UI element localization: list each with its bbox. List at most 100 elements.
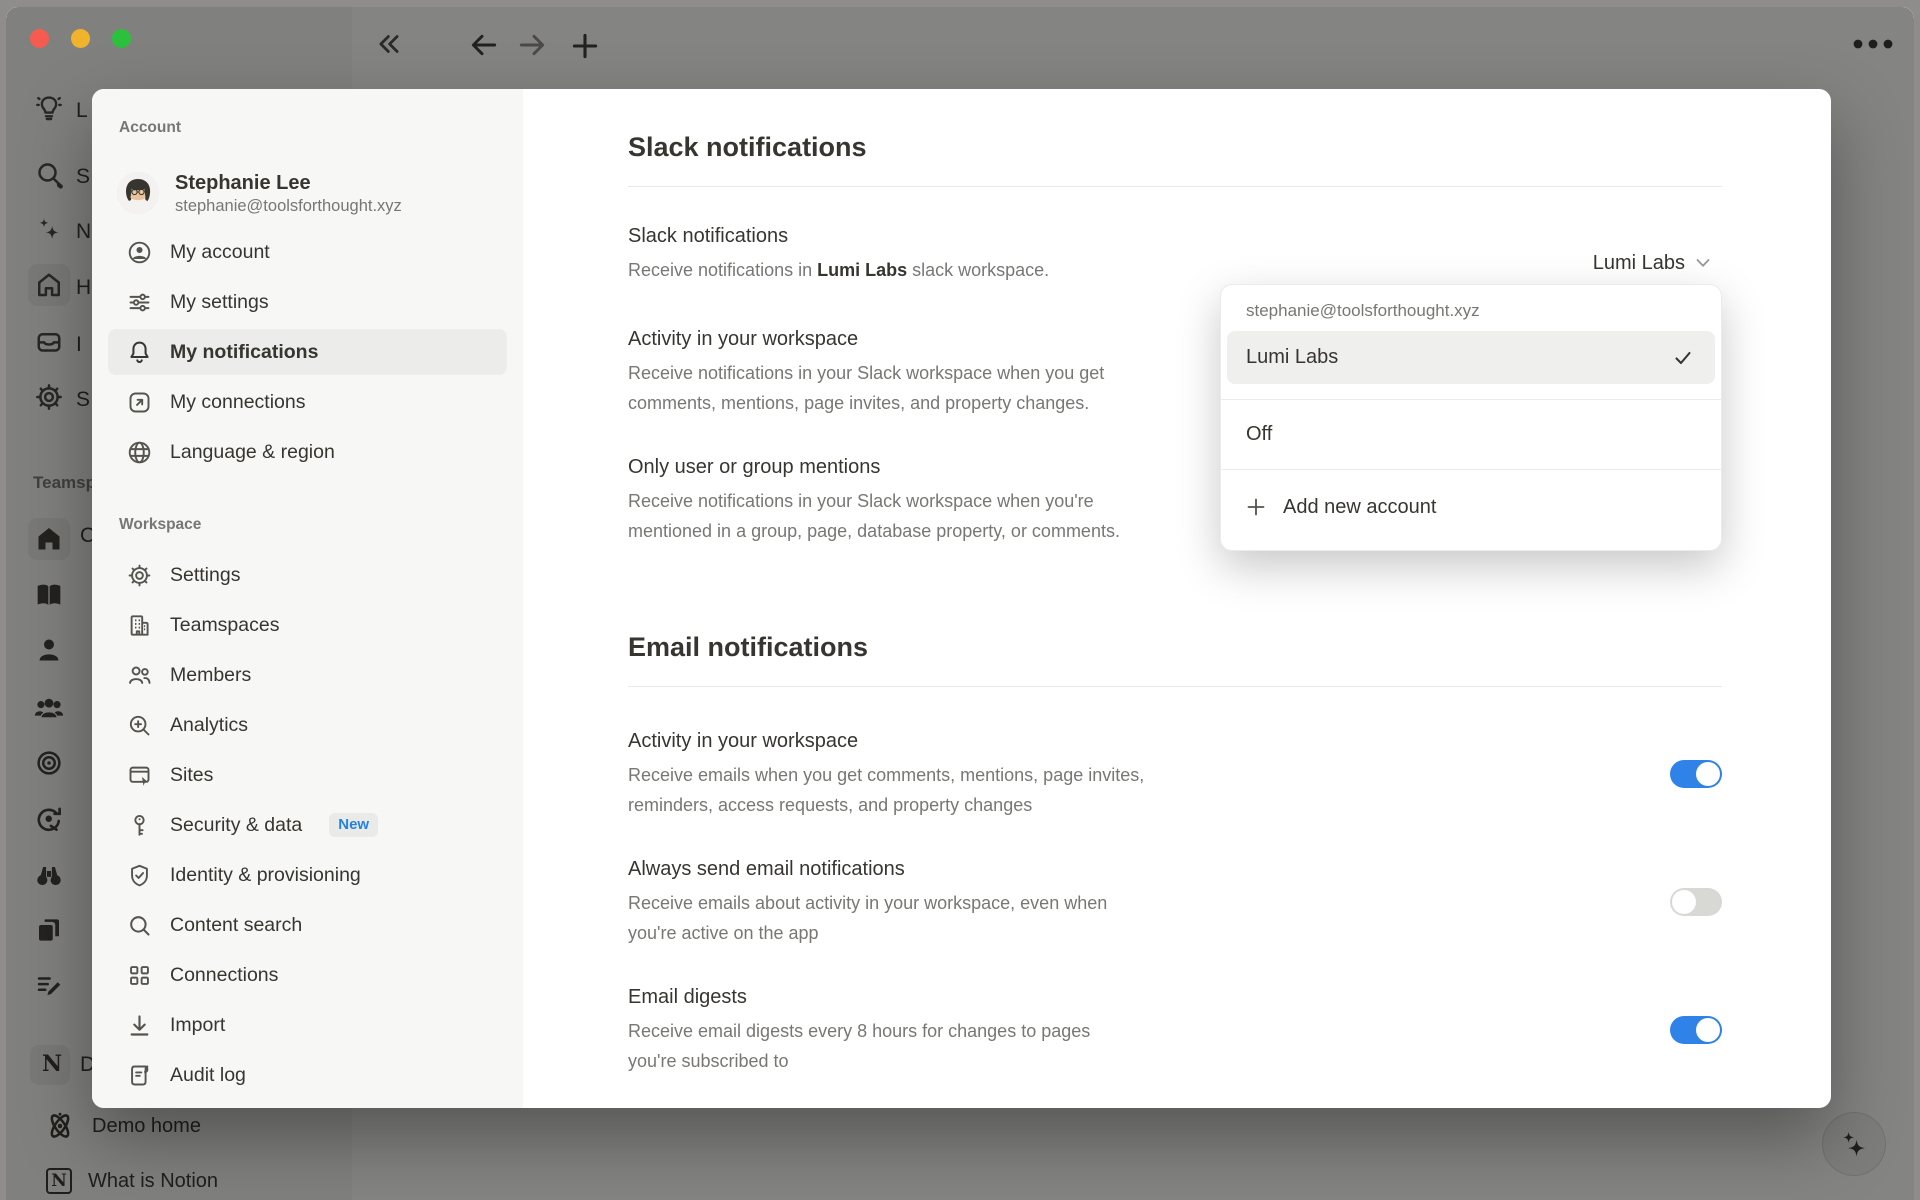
sidebar-item-label: Language & region (170, 441, 335, 464)
email-always-toggle[interactable] (1670, 888, 1722, 916)
shield-check-icon (126, 862, 153, 889)
scroll-icon (126, 1062, 153, 1089)
sidebar-item-language-region[interactable]: Language & region (108, 429, 507, 475)
sidebar-item-my-settings[interactable]: My settings (108, 279, 507, 325)
email-activity-row: Activity in your workspace Receive email… (628, 728, 1722, 820)
browser-cursor-icon (126, 762, 153, 789)
sidebar-item-label: My settings (170, 291, 269, 314)
sidebar-item-my-notifications[interactable]: My notifications (108, 329, 507, 375)
app-window: L S N H I S Teamspaces C (6, 7, 1914, 1200)
magnifier-icon (126, 912, 153, 939)
setting-title: Email digests (628, 984, 1090, 1010)
sidebar-item-label: Analytics (170, 714, 248, 737)
dropdown-value: Lumi Labs (1593, 252, 1685, 275)
workspace-section-label: Workspace (92, 516, 523, 536)
grid-icon (126, 962, 153, 989)
magnifier-plus-icon (126, 712, 153, 739)
email-digests-toggle[interactable] (1670, 1016, 1722, 1044)
dropdown-option-lumi-labs[interactable]: Lumi Labs (1227, 331, 1715, 384)
email-always-row: Always send email notifications Receive … (628, 856, 1722, 948)
sidebar-item-identity-provisioning[interactable]: Identity & provisioning (108, 852, 507, 898)
close-window-button[interactable] (30, 29, 49, 48)
minimize-window-button[interactable] (71, 29, 90, 48)
sidebar-item-label: Security & data (170, 814, 302, 837)
account-section-label: Account (92, 119, 523, 139)
chevron-down-icon (1694, 254, 1712, 272)
new-badge: New (329, 813, 378, 837)
sidebar-item-label: Audit log (170, 1064, 246, 1087)
sidebar-item-label: My notifications (170, 341, 318, 364)
option-label: Lumi Labs (1246, 346, 1338, 369)
setting-title: Always send email notifications (628, 856, 1107, 882)
sidebar-item-audit-log[interactable]: Audit log (108, 1052, 507, 1098)
account-user[interactable]: Stephanie Lee stephanie@toolsforthought.… (117, 165, 523, 221)
sidebar-item-sites[interactable]: Sites (108, 752, 507, 798)
user-email: stephanie@toolsforthought.xyz (175, 196, 402, 217)
setting-description: Receive notifications in your Slack work… (628, 358, 1104, 418)
sidebar-item-import[interactable]: Import (108, 1002, 507, 1048)
desc-text: Receive notifications in (628, 260, 817, 280)
sidebar-item-label: Import (170, 1014, 225, 1037)
setting-description: Receive emails about activity in your wo… (628, 888, 1107, 948)
settings-dialog: Account Stephanie Lee stephanie@toolsfor… (92, 89, 1831, 1108)
email-activity-toggle[interactable] (1670, 760, 1722, 788)
setting-title: Activity in your workspace (628, 728, 1144, 754)
divider (628, 186, 1722, 187)
gear-icon (126, 562, 153, 589)
globe-icon (126, 439, 153, 466)
option-label: Off (1246, 423, 1272, 446)
sidebar-item-connections[interactable]: Connections (108, 952, 507, 998)
divider (628, 686, 1722, 687)
setting-title: Only user or group mentions (628, 454, 1120, 480)
sidebar-item-teamspaces[interactable]: Teamspaces (108, 602, 507, 648)
email-section-heading: Email notifications (628, 629, 1722, 665)
setting-title: Activity in your workspace (628, 326, 1104, 352)
sliders-icon (126, 289, 153, 316)
sidebar-item-members[interactable]: Members (108, 652, 507, 698)
setting-description: Receive notifications in your Slack work… (628, 486, 1120, 546)
workspace-name: Lumi Labs (817, 260, 907, 280)
plus-icon (1245, 496, 1267, 518)
settings-content: Slack notifications Slack notifications … (523, 89, 1831, 1108)
user-name: Stephanie Lee (175, 170, 402, 196)
screen: L S N H I S Teamspaces C (0, 0, 1920, 1200)
sidebar-item-label: Members (170, 664, 251, 687)
check-icon (1673, 348, 1693, 368)
sidebar-item-my-account[interactable]: My account (108, 229, 507, 275)
members-icon (126, 662, 153, 689)
sidebar-item-label: Settings (170, 564, 240, 587)
zoom-window-button[interactable] (112, 29, 131, 48)
sidebar-item-my-connections[interactable]: My connections (108, 379, 507, 425)
add-new-account-option[interactable]: Add new account (1221, 470, 1721, 544)
dropdown-option-off[interactable]: Off (1221, 400, 1721, 469)
avatar (117, 172, 159, 214)
slack-workspace-row: Slack notifications Receive notification… (628, 223, 1722, 285)
setting-title: Slack notifications (628, 223, 1049, 249)
setting-description: Receive email digests every 8 hours for … (628, 1016, 1090, 1076)
slack-section-heading: Slack notifications (628, 129, 1722, 165)
download-icon (126, 1012, 153, 1039)
toggle-knob (1696, 762, 1720, 786)
settings-sidebar: Account Stephanie Lee stephanie@toolsfor… (92, 89, 523, 1108)
slack-workspace-dropdown[interactable]: Lumi Labs (1593, 245, 1712, 281)
desc-text: slack workspace. (907, 260, 1049, 280)
arrow-up-right-square-icon (126, 389, 153, 416)
email-digests-row: Email digests Receive email digests ever… (628, 984, 1722, 1076)
toggle-knob (1696, 1018, 1720, 1042)
sidebar-item-label: Identity & provisioning (170, 864, 361, 887)
account-menu: My account My settings My notifications … (92, 229, 523, 475)
workspace-dropdown-menu: stephanie@toolsforthought.xyz Lumi Labs … (1220, 284, 1722, 551)
sidebar-item-label: Teamspaces (170, 614, 279, 637)
sidebar-item-label: Sites (170, 764, 213, 787)
sidebar-item-settings[interactable]: Settings (108, 552, 507, 598)
key-icon (126, 812, 153, 839)
toggle-knob (1672, 890, 1696, 914)
person-circle-icon (126, 239, 153, 266)
setting-description: Receive emails when you get comments, me… (628, 760, 1144, 820)
setting-description: Receive notifications in Lumi Labs slack… (628, 255, 1049, 285)
dropdown-account-header: stephanie@toolsforthought.xyz (1221, 285, 1721, 331)
sidebar-item-analytics[interactable]: Analytics (108, 702, 507, 748)
window-controls (30, 29, 131, 48)
sidebar-item-content-search[interactable]: Content search (108, 902, 507, 948)
sidebar-item-security-data[interactable]: Security & data New (108, 802, 507, 848)
